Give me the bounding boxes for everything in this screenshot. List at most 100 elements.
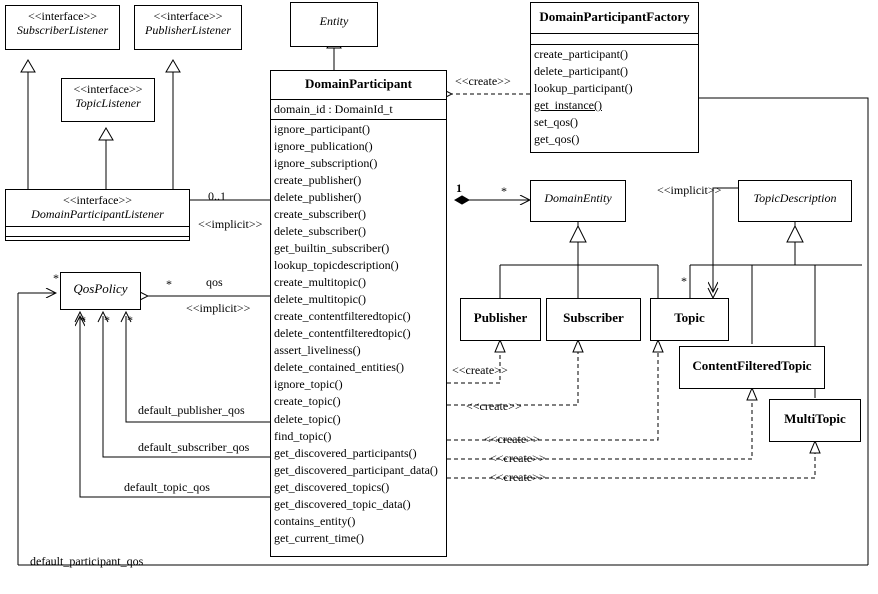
label-create-subscriber: <<create>> xyxy=(466,399,522,413)
operation-row: assert_liveliness() xyxy=(274,343,361,358)
class-header: Subscriber xyxy=(547,299,640,330)
operation-row: create_contentfilteredtopic() xyxy=(274,309,411,324)
label-implicit-qos: <<implicit>> xyxy=(186,301,251,315)
operations-compartment: create_participant() delete_participant()… xyxy=(531,43,698,149)
operation-row: get_builtin_subscriber() xyxy=(274,241,390,256)
stereotype-label: <<interface>> xyxy=(62,193,133,207)
class-header: DomainParticipantFactory xyxy=(531,3,698,33)
label-multiplicity-qos-left: * xyxy=(53,271,59,285)
label-create-factory-participant: <<create>> xyxy=(455,74,511,88)
operation-row: create_participant() xyxy=(534,46,628,61)
class-name: QosPolicy xyxy=(73,281,128,296)
class-name: DomainParticipant xyxy=(305,76,412,91)
operation-row: set_qos() xyxy=(534,115,578,130)
class-header: <<interface>> TopicListener xyxy=(62,79,154,115)
operation-row: get_discovered_topic_data() xyxy=(274,496,411,511)
class-name: Entity xyxy=(319,14,349,28)
class-header: Publisher xyxy=(461,299,540,330)
class-publisher-listener[interactable]: <<interface>> PublisherListener xyxy=(134,5,242,50)
operations-compartment: ignore_participant() ignore_publication()… xyxy=(271,118,446,548)
class-name: ContentFilteredTopic xyxy=(692,358,812,373)
label-multiplicity-domain-entity: * xyxy=(501,184,507,198)
class-content-filtered-topic[interactable]: ContentFilteredTopic xyxy=(679,346,825,389)
operation-row: get_current_time() xyxy=(274,530,364,545)
label-role-default-topic-qos: default_topic_qos xyxy=(124,480,210,494)
class-header: ContentFilteredTopic xyxy=(680,347,824,378)
label-multiplicity-qos-a: * xyxy=(80,313,86,327)
operation-row: find_topic() xyxy=(274,428,332,443)
class-qos-policy[interactable]: QosPolicy xyxy=(60,272,141,310)
class-domain-entity[interactable]: DomainEntity xyxy=(530,180,626,222)
class-entity[interactable]: Entity xyxy=(290,2,378,47)
operation-row: get_discovered_topics() xyxy=(274,479,390,494)
class-name: Subscriber xyxy=(563,310,624,325)
class-multi-topic[interactable]: MultiTopic xyxy=(769,399,861,442)
class-topic[interactable]: Topic xyxy=(650,298,729,341)
attributes-compartment xyxy=(6,225,189,236)
class-name: MultiTopic xyxy=(784,411,846,426)
label-multiplicity-qos-c: * xyxy=(127,313,133,327)
class-subscriber-listener[interactable]: <<interface>> SubscriberListener xyxy=(5,5,120,50)
class-domain-participant-factory[interactable]: DomainParticipantFactory create_particip… xyxy=(530,2,699,153)
operation-row: get_qos() xyxy=(534,132,580,147)
class-topic-listener[interactable]: <<interface>> TopicListener xyxy=(61,78,155,122)
operations-compartment xyxy=(6,235,189,246)
label-role-default-subscriber-qos: default_subscriber_qos xyxy=(138,440,250,454)
operation-row: get_discovered_participant_data() xyxy=(274,462,438,477)
operation-row: ignore_publication() xyxy=(274,139,373,153)
label-create-contentfilteredtopic: <<create>> xyxy=(490,451,546,465)
operation-row: delete_contained_entities() xyxy=(274,360,404,375)
class-name: TopicDescription xyxy=(753,191,837,205)
label-multiplicity-qos-right: * xyxy=(166,277,172,291)
attribute-row: domain_id : DomainId_t xyxy=(274,101,393,116)
class-header: <<interface>> SubscriberListener xyxy=(6,6,119,42)
class-name: PublisherListener xyxy=(145,22,231,37)
class-header: <<interface>> PublisherListener xyxy=(135,6,241,42)
operation-row: create_topic() xyxy=(274,394,341,409)
class-name: SubscriberListener xyxy=(16,22,109,37)
class-topic-description[interactable]: TopicDescription xyxy=(738,180,852,222)
class-name: Publisher xyxy=(473,310,528,325)
stereotype-label: <<interface>> xyxy=(153,9,223,23)
stereotype-label: <<interface>> xyxy=(27,9,98,23)
class-publisher[interactable]: Publisher xyxy=(460,298,541,341)
operation-row: get_instance() xyxy=(534,98,602,113)
operation-row: lookup_topicdescription() xyxy=(274,258,399,273)
operation-row: get_discovered_participants() xyxy=(274,445,417,460)
class-name: DomainEntity xyxy=(544,191,612,205)
class-header: DomainEntity xyxy=(531,181,625,210)
operation-row: delete_publisher() xyxy=(274,190,362,205)
operation-row: lookup_participant() xyxy=(534,81,633,95)
operation-row: delete_contentfilteredtopic() xyxy=(274,326,411,341)
operation-row: create_publisher() xyxy=(274,173,362,188)
label-role-qos: qos xyxy=(206,275,223,289)
label-multiplicity-topic: * xyxy=(681,274,687,288)
class-header: Entity xyxy=(291,3,377,33)
attributes-compartment xyxy=(531,32,698,44)
operation-row: ignore_subscription() xyxy=(274,156,378,171)
class-header: MultiTopic xyxy=(770,400,860,431)
label-multiplicity-one: 1 xyxy=(456,181,462,195)
label-implicit-listener: <<implicit>> xyxy=(198,217,263,231)
operation-row: delete_multitopic() xyxy=(274,292,366,307)
label-multiplicity-qos-b: * xyxy=(104,313,110,327)
label-multiplicity-listener: 0..1 xyxy=(208,189,226,203)
class-name: DomainParticipantListener xyxy=(31,206,164,221)
uml-class-diagram-canvas: <<interface>> SubscriberListener <<inter… xyxy=(0,0,878,594)
class-subscriber[interactable]: Subscriber xyxy=(546,298,641,341)
class-header: DomainParticipant xyxy=(271,71,446,99)
operation-row: ignore_participant() xyxy=(274,121,370,136)
label-create-publisher: <<create>> xyxy=(452,363,508,377)
class-name: Topic xyxy=(674,310,705,325)
operation-row: create_subscriber() xyxy=(274,207,366,222)
class-domain-participant-listener[interactable]: <<interface>> DomainParticipantListener xyxy=(5,189,190,241)
class-header: TopicDescription xyxy=(739,181,851,210)
operation-row: delete_topic() xyxy=(274,411,341,426)
class-name: TopicListener xyxy=(75,95,141,110)
attributes-compartment: domain_id : DomainId_t xyxy=(271,98,446,119)
class-domain-participant[interactable]: DomainParticipant domain_id : DomainId_t… xyxy=(270,70,447,557)
label-role-default-publisher-qos: default_publisher_qos xyxy=(138,403,245,417)
label-create-multitopic: <<create>> xyxy=(490,470,546,484)
label-role-default-participant-qos: default_participant_qos xyxy=(30,554,144,568)
label-implicit-topic: <<implicit>> xyxy=(657,183,722,197)
